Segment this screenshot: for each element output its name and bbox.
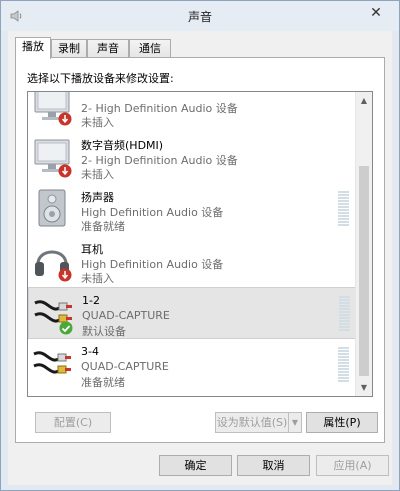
scroll-up-arrow-icon[interactable]: ▲	[356, 92, 372, 109]
device-row[interactable]: 1-2 QUAD-CAPTURE 默认设备	[28, 287, 357, 339]
device-list-items: 2- High Definition Audio 设备 未插入 数字音频(HDMI)…	[28, 92, 357, 391]
instruction-label: 选择以下播放设备来修改设置:	[27, 72, 174, 85]
tab-playback[interactable]: 播放	[15, 37, 51, 59]
device-status: 准备就绪	[81, 220, 125, 233]
device-row[interactable]: 数字音频(HDMI) 2- High Definition Audio 设备 未插入	[28, 131, 357, 183]
set-default-button[interactable]: 设为默认值(S)	[215, 412, 289, 433]
volume-meter	[339, 296, 350, 332]
device-status: 默认设备	[82, 325, 126, 338]
disconnected-icon	[58, 268, 72, 282]
scroll-thumb[interactable]	[359, 166, 369, 376]
tab-communications[interactable]: 通信	[129, 39, 171, 58]
device-row[interactable]: 扬声器 High Definition Audio 设备 准备就绪	[28, 183, 357, 235]
device-name: 1-2	[82, 294, 100, 307]
device-row[interactable]: 2- High Definition Audio 设备 未插入	[28, 92, 357, 131]
properties-button[interactable]: 属性(P)	[306, 412, 378, 433]
title-bar: 声音 ✕	[1, 1, 399, 31]
device-status: 未插入	[81, 168, 114, 181]
window-title: 声音	[187, 10, 212, 24]
ok-button[interactable]: 确定	[159, 455, 232, 476]
device-row[interactable]: 耳机 High Definition Audio 设备 未插入	[28, 235, 357, 287]
device-status: 未插入	[81, 272, 114, 285]
sound-dialog: 声音 ✕ 播放 录制 声音 通信 选择以下播放设备来修改设置: 2- High …	[0, 0, 400, 491]
set-default-dropdown-icon[interactable]: ▼	[288, 412, 302, 433]
volume-meter	[338, 347, 349, 383]
device-status: 准备就绪	[81, 376, 125, 389]
device-description: QUAD-CAPTURE	[81, 360, 169, 373]
tab-sounds[interactable]: 声音	[87, 39, 129, 58]
close-button[interactable]: ✕	[359, 2, 393, 24]
device-name: 扬声器	[81, 191, 114, 204]
device-name: 数字音频(HDMI)	[81, 139, 164, 152]
device-row[interactable]: 3-4 QUAD-CAPTURE 准备就绪	[28, 339, 357, 391]
disconnected-icon	[58, 164, 72, 178]
cancel-button[interactable]: 取消	[237, 455, 310, 476]
default-check-icon	[59, 321, 73, 335]
scroll-down-arrow-icon[interactable]: ▼	[356, 379, 372, 396]
device-name: 耳机	[81, 243, 103, 256]
dialog-client: 播放 录制 声音 通信 选择以下播放设备来修改设置: 2- High Defin…	[8, 31, 392, 485]
volume-meter	[338, 191, 349, 227]
device-description: QUAD-CAPTURE	[82, 309, 170, 322]
tab-recording[interactable]: 录制	[51, 39, 87, 58]
apply-button[interactable]: 应用(A)	[316, 455, 389, 476]
rca-cable-icon	[32, 344, 72, 384]
device-status: 未插入	[81, 116, 114, 129]
configure-button[interactable]: 配置(C)	[35, 412, 111, 433]
speaker-icon	[32, 188, 72, 228]
device-list[interactable]: 2- High Definition Audio 设备 未插入 数字音频(HDMI)…	[27, 91, 373, 397]
device-name: 3-4	[81, 345, 99, 358]
tab-panel: 选择以下播放设备来修改设置: 2- High Definition Audio …	[15, 57, 385, 443]
device-list-scrollbar[interactable]: ▲ ▼	[355, 92, 372, 396]
disconnected-icon	[58, 112, 72, 126]
